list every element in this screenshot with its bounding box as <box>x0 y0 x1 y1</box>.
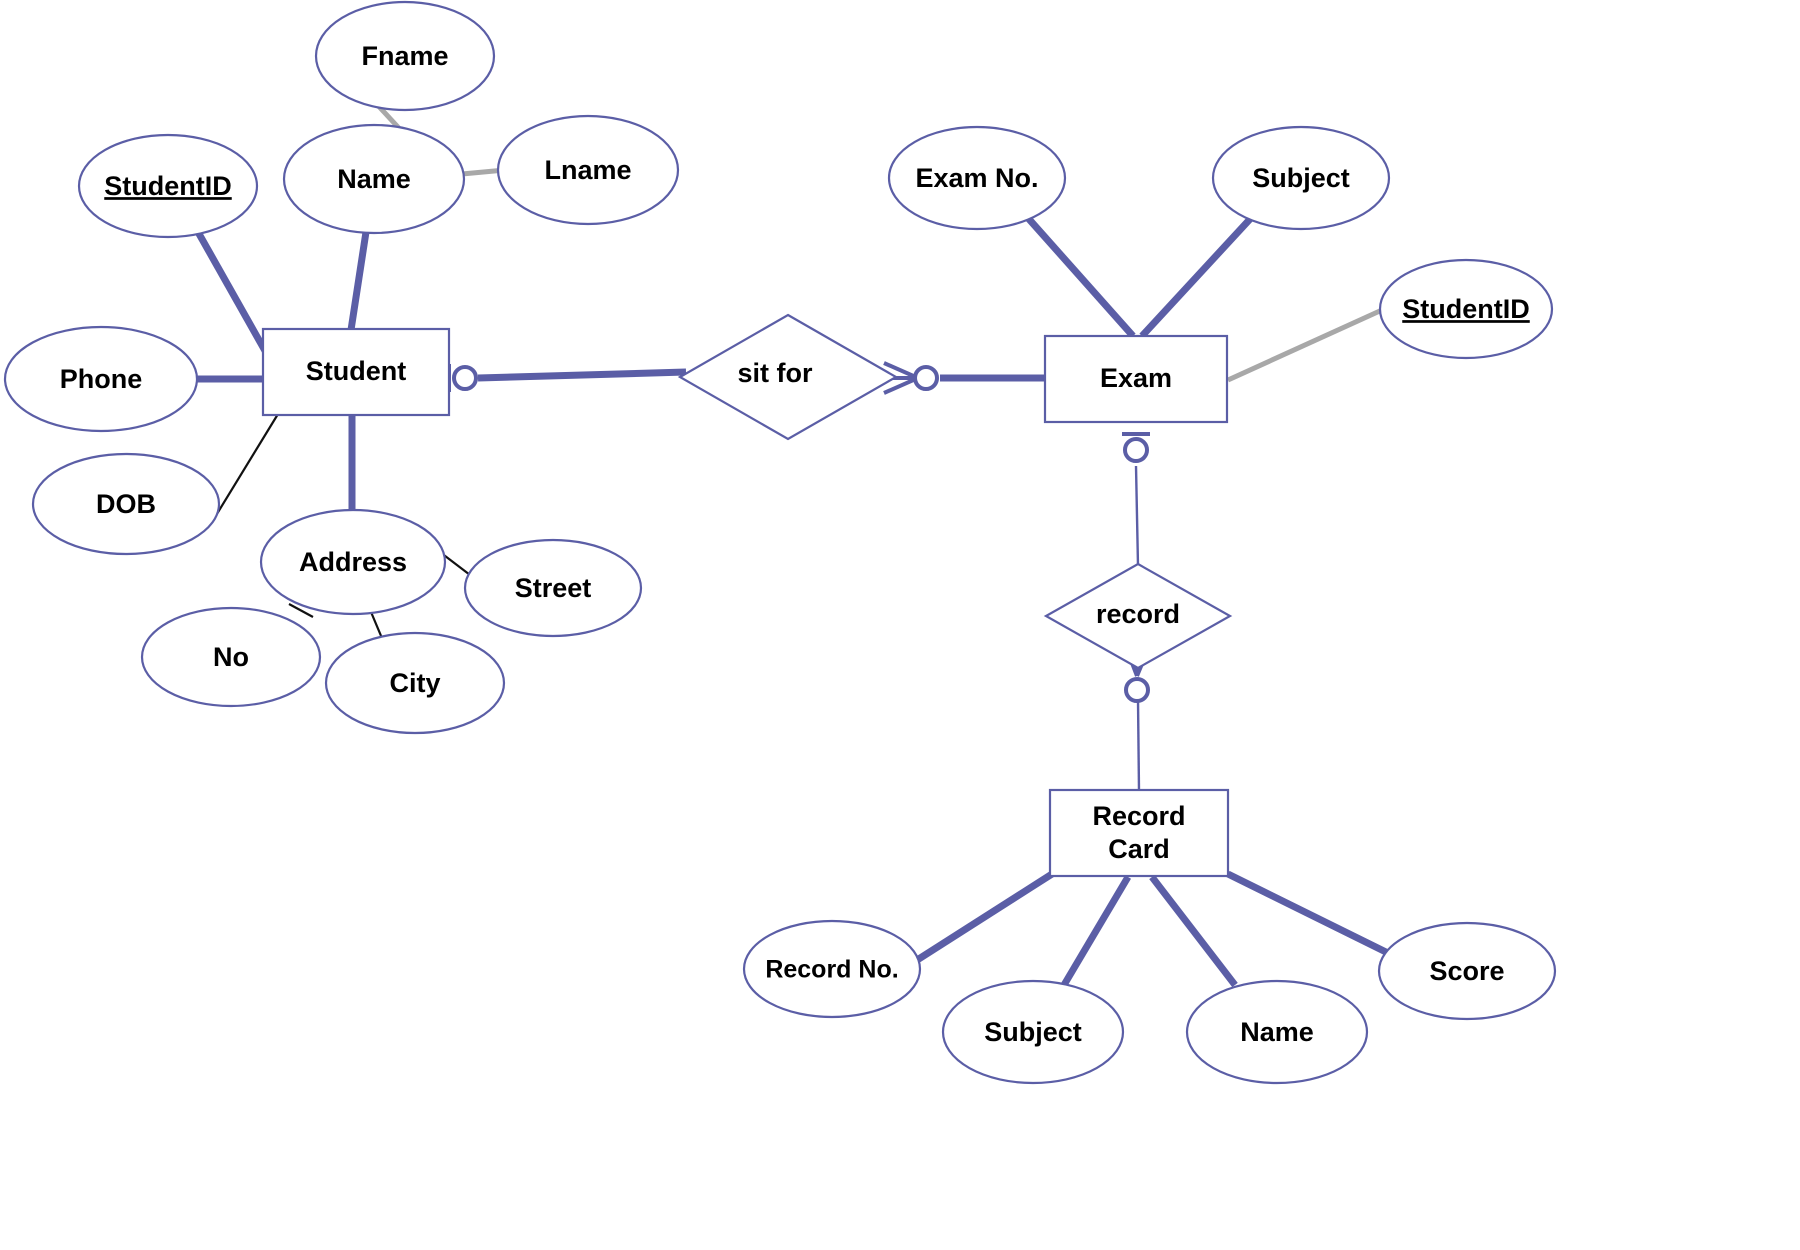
entity-student[interactable]: Student <box>261 327 451 417</box>
cardinality-circle-student <box>452 365 478 391</box>
link-recordcard-subject <box>1060 875 1132 987</box>
attribute-label: City <box>389 668 440 698</box>
entity-exam[interactable]: Exam <box>1043 334 1229 424</box>
attribute-name[interactable]: Name <box>282 123 466 235</box>
entity-label-line1: Record <box>1092 801 1185 831</box>
entity-record-card[interactable]: Record Card <box>1048 788 1230 878</box>
attribute-label: No <box>213 642 249 672</box>
attribute-label: Phone <box>60 364 143 394</box>
attribute-dob[interactable]: DOB <box>31 452 221 556</box>
entity-label: Exam <box>1100 363 1172 393</box>
link-exam-record <box>1134 465 1140 567</box>
attribute-label: StudentID <box>104 171 232 201</box>
attribute-label: Exam No. <box>915 163 1038 193</box>
attribute-label: Address <box>299 547 407 577</box>
attribute-lname[interactable]: Lname <box>496 114 680 226</box>
attribute-label: Score <box>1429 956 1504 986</box>
attribute-city[interactable]: City <box>324 631 506 735</box>
link-recordcard-recordno <box>912 871 1054 965</box>
attribute-label: Fname <box>361 41 448 71</box>
relationship-label: sit for <box>737 358 812 388</box>
attribute-label: Lname <box>544 155 631 185</box>
attribute-label: Name <box>337 164 411 194</box>
link-record-recordcard <box>1136 699 1141 792</box>
attribute-recordcard-name[interactable]: Name <box>1185 979 1369 1085</box>
attribute-label: Name <box>1240 1017 1314 1047</box>
attribute-no[interactable]: No <box>140 606 322 708</box>
link-student-sitfor <box>477 368 687 382</box>
attribute-label: Subject <box>1252 163 1350 193</box>
attribute-exam-no[interactable]: Exam No. <box>887 125 1067 231</box>
er-diagram-canvas: Fname Name Lname StudentID Phone DOB Add… <box>0 0 1800 1250</box>
attribute-fname[interactable]: Fname <box>314 0 496 112</box>
link-dob-student <box>211 413 279 523</box>
relationship-label: record <box>1096 599 1180 629</box>
link-recordcard-name <box>1149 874 1238 988</box>
link-name-student <box>347 231 370 331</box>
attribute-label: Street <box>515 573 592 603</box>
link-exam-studentid <box>1226 307 1384 383</box>
relationship-record[interactable]: record <box>1043 562 1233 670</box>
attribute-label: StudentID <box>1402 294 1530 324</box>
attribute-score[interactable]: Score <box>1377 921 1557 1021</box>
attribute-record-no[interactable]: Record No. <box>742 919 922 1019</box>
attribute-label: Subject <box>984 1017 1082 1047</box>
link-examno-exam <box>1025 215 1136 339</box>
attribute-exam-subject[interactable]: Subject <box>1211 125 1391 231</box>
attribute-exam-studentid-key[interactable]: StudentID <box>1378 258 1554 360</box>
entity-label-line2: Card <box>1108 834 1170 864</box>
entity-label: Student <box>306 356 407 386</box>
attribute-recordcard-subject[interactable]: Subject <box>941 979 1125 1085</box>
relationship-sit-for[interactable]: sit for <box>677 313 899 441</box>
link-recordcard-score <box>1226 870 1396 960</box>
attribute-label: DOB <box>96 489 156 519</box>
attribute-studentid-primary-key[interactable]: StudentID <box>77 133 259 239</box>
attribute-address[interactable]: Address <box>259 508 447 616</box>
attribute-phone[interactable]: Phone <box>3 325 199 433</box>
cardinality-circle-exam <box>1123 437 1149 463</box>
link-subject-exam <box>1139 215 1254 339</box>
attribute-street[interactable]: Street <box>463 538 643 638</box>
attribute-label: Record No. <box>765 956 898 984</box>
